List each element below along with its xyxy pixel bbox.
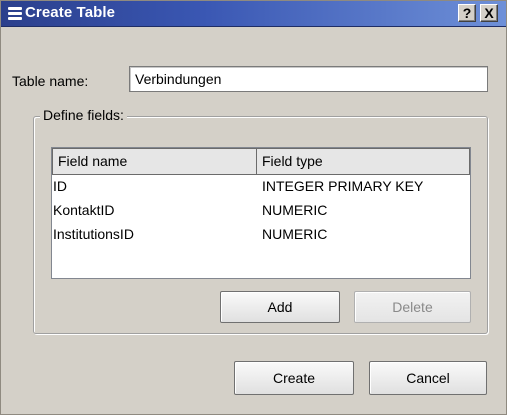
column-header-field-type[interactable]: Field type [257, 148, 470, 174]
define-fields-group: Define fields: Field name Field type ID … [33, 107, 488, 334]
title-bar[interactable]: Create Table ? X [1, 1, 506, 27]
create-table-dialog: Create Table ? X Table name: Define fiel… [0, 0, 507, 415]
create-button[interactable]: Create [234, 361, 354, 395]
window-title: Create Table [25, 4, 116, 21]
field-name-cell: ID [53, 178, 67, 194]
delete-button[interactable]: Delete [354, 291, 471, 323]
field-name-cell: KontaktID [53, 202, 115, 218]
table-name-label: Table name: [12, 73, 89, 89]
field-name-cell: InstitutionsID [53, 226, 134, 242]
add-button[interactable]: Add [220, 291, 340, 323]
table-name-input[interactable] [129, 66, 488, 92]
table-row[interactable]: InstitutionsID NUMERIC [52, 222, 470, 246]
fields-table[interactable]: Field name Field type ID INTEGER PRIMARY… [51, 147, 471, 279]
help-button[interactable]: ? [458, 4, 476, 22]
column-header-field-name[interactable]: Field name [52, 148, 257, 174]
table-body: ID INTEGER PRIMARY KEY KontaktID NUMERIC… [52, 174, 470, 246]
close-button[interactable]: X [480, 4, 498, 22]
define-fields-label: Define fields: [40, 107, 127, 123]
field-type-cell: NUMERIC [262, 202, 328, 218]
table-row[interactable]: ID INTEGER PRIMARY KEY [52, 174, 470, 198]
field-type-cell: NUMERIC [262, 226, 328, 242]
field-type-cell: INTEGER PRIMARY KEY [262, 178, 424, 194]
table-header: Field name Field type [52, 148, 470, 175]
table-row[interactable]: KontaktID NUMERIC [52, 198, 470, 222]
table-icon [8, 7, 22, 20]
cancel-button[interactable]: Cancel [369, 361, 487, 395]
